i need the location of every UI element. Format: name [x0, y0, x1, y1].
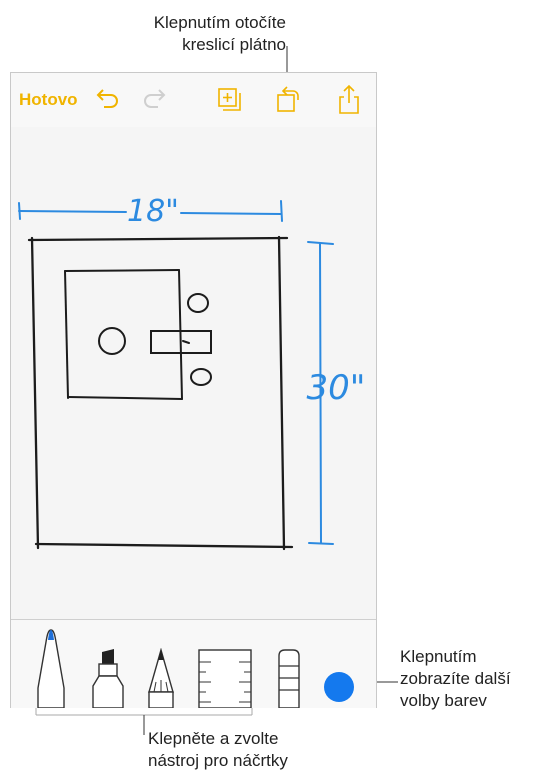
pencil-tool[interactable]: [147, 648, 175, 708]
marker-tool[interactable]: [91, 648, 125, 708]
width-dimension-label: 18": [127, 194, 179, 229]
rotate-canvas-icon[interactable]: [275, 83, 303, 115]
ruler-tool[interactable]: [197, 648, 253, 708]
sketch-drawing: 18" 30": [18, 194, 366, 551]
drawing-screen: Hotovo 18" 30": [10, 72, 377, 708]
color-picker-button[interactable]: [324, 672, 354, 702]
redo-icon[interactable]: [141, 89, 167, 111]
drawing-toolbox: [11, 619, 376, 708]
drawing-canvas[interactable]: 18" 30": [11, 127, 376, 619]
add-drawing-icon[interactable]: [217, 87, 243, 113]
eraser-tool[interactable]: [273, 648, 305, 708]
dimension-lines: [18, 200, 334, 545]
done-button[interactable]: Hotovo: [19, 90, 78, 110]
height-dimension-label: 30": [307, 368, 366, 408]
pen-tool[interactable]: [35, 628, 67, 708]
furniture-circles: [98, 293, 212, 386]
top-toolbar: Hotovo: [11, 73, 376, 128]
share-icon[interactable]: [337, 83, 361, 115]
undo-icon[interactable]: [95, 89, 121, 111]
inner-room-outline: [64, 269, 212, 400]
